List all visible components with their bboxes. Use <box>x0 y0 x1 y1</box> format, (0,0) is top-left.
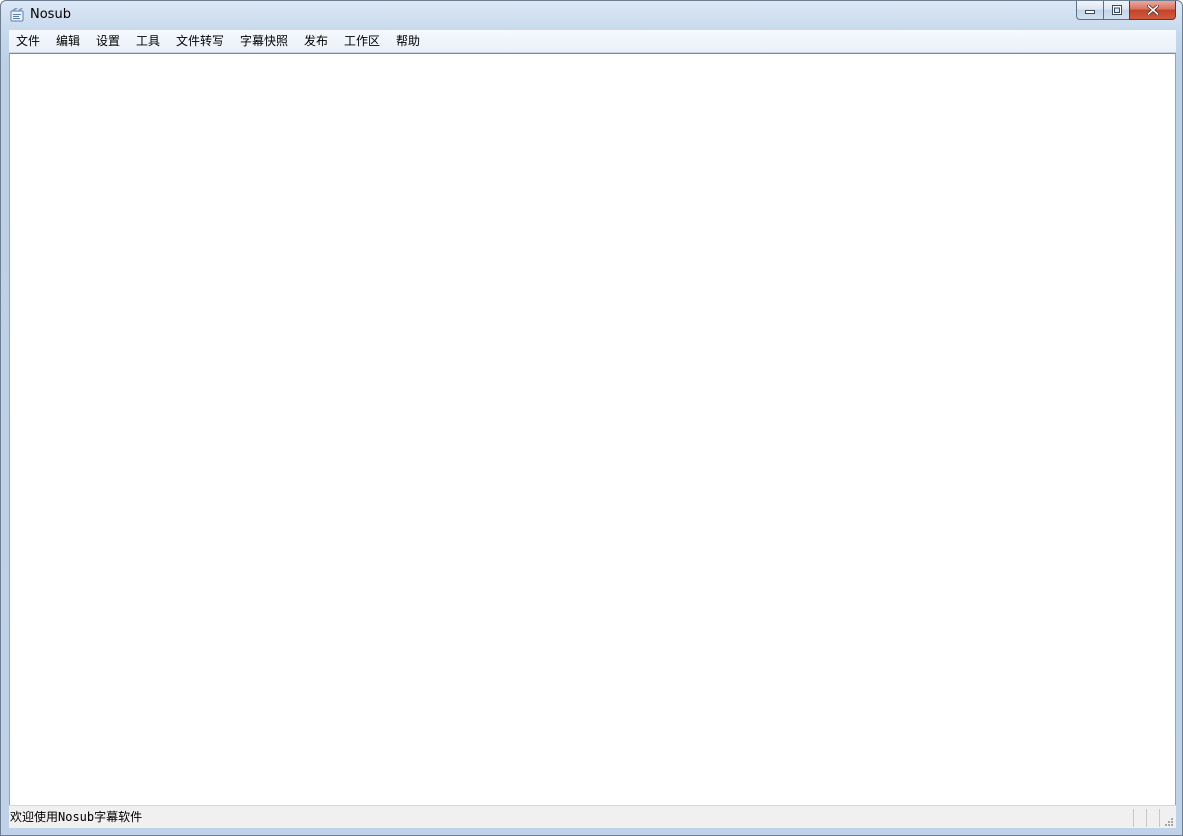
menu-settings[interactable]: 设置 <box>96 30 120 52</box>
menu-subtitle-snapshot[interactable]: 字幕快照 <box>240 30 288 52</box>
status-pane-divider <box>1146 809 1147 827</box>
menu-publish[interactable]: 发布 <box>304 30 328 52</box>
main-window: Nosub 文件 编辑 设置 工具 文件转写 字幕快照 发布 工作区 帮助 欢迎… <box>0 0 1183 836</box>
caption-buttons <box>1076 1 1176 21</box>
close-icon <box>1146 5 1159 15</box>
window-title: Nosub <box>30 7 71 22</box>
title-bar[interactable]: Nosub <box>1 1 1182 30</box>
minimize-button[interactable] <box>1076 1 1103 20</box>
status-pane-divider <box>1133 809 1134 827</box>
status-message: 欢迎使用Nosub字幕软件 <box>10 810 143 824</box>
status-pane-divider <box>1159 809 1160 827</box>
close-button[interactable] <box>1129 1 1176 20</box>
menu-file[interactable]: 文件 <box>16 30 40 52</box>
status-bar: 欢迎使用Nosub字幕软件 <box>9 805 1176 828</box>
menu-workspace[interactable]: 工作区 <box>344 30 380 52</box>
app-icon[interactable] <box>9 7 25 23</box>
menu-edit[interactable]: 编辑 <box>56 30 80 52</box>
menu-tools[interactable]: 工具 <box>136 30 160 52</box>
resize-grip-icon[interactable] <box>1162 814 1174 826</box>
workspace-area[interactable] <box>9 53 1176 805</box>
menu-bar: 文件 编辑 设置 工具 文件转写 字幕快照 发布 工作区 帮助 <box>9 30 1176 53</box>
menu-help[interactable]: 帮助 <box>396 30 420 52</box>
maximize-icon <box>1111 5 1122 15</box>
minimize-icon <box>1085 10 1095 14</box>
maximize-button[interactable] <box>1103 1 1129 20</box>
menu-file-transcribe[interactable]: 文件转写 <box>176 30 224 52</box>
